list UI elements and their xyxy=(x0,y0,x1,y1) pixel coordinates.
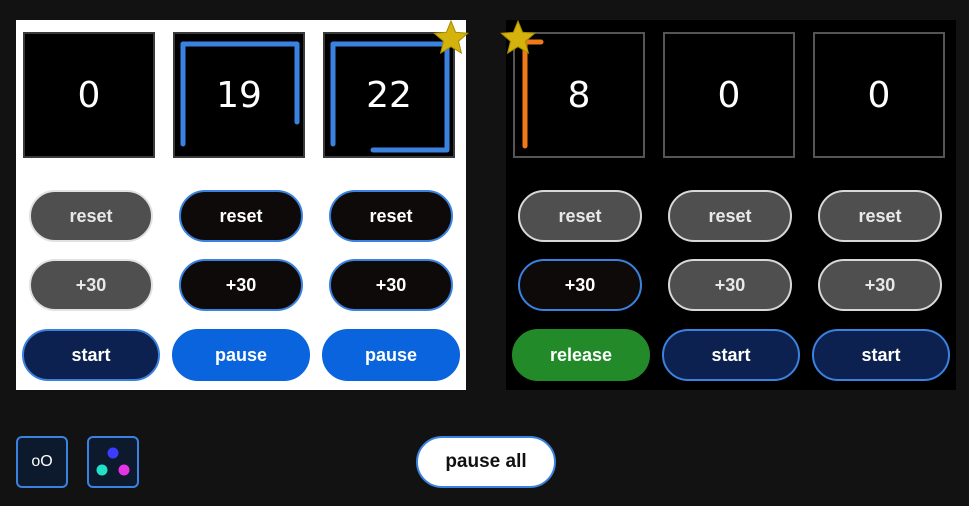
timer-display-2[interactable]: 19 xyxy=(173,32,305,158)
timer-value: 0 xyxy=(867,74,891,116)
pause-all-button[interactable]: pause all xyxy=(416,436,556,488)
pause-button[interactable]: pause xyxy=(322,329,460,381)
star-icon xyxy=(433,20,469,55)
start-button[interactable]: start xyxy=(812,329,950,381)
timer-display-1[interactable]: 0 xyxy=(23,32,155,158)
timer-panel-right: 8 0 0 reset reset reset +30 +30 +30 rele… xyxy=(506,20,956,390)
toggle-view-label: oO xyxy=(31,453,53,470)
add-30-button[interactable]: +30 xyxy=(668,259,792,311)
start-button[interactable]: start xyxy=(662,329,800,381)
pause-button[interactable]: pause xyxy=(172,329,310,381)
timer-value: 22 xyxy=(366,74,412,116)
timer-progress-ring xyxy=(522,39,544,149)
reset-button[interactable]: reset xyxy=(818,190,942,242)
timer-display-3[interactable]: 0 xyxy=(813,32,945,158)
color-palette-button[interactable] xyxy=(87,436,139,488)
reset-button[interactable]: reset xyxy=(29,190,153,242)
add-30-button[interactable]: +30 xyxy=(329,259,453,311)
add-30-button[interactable]: +30 xyxy=(179,259,303,311)
timer-value: 0 xyxy=(717,74,741,116)
timer-value: 8 xyxy=(567,74,591,116)
palette-dots-icon xyxy=(96,447,130,476)
add-30-button[interactable]: +30 xyxy=(29,259,153,311)
timer-display-2[interactable]: 0 xyxy=(663,32,795,158)
start-button[interactable]: start xyxy=(22,329,160,381)
timer-value: 19 xyxy=(216,74,262,116)
star-icon xyxy=(500,20,536,55)
reset-button[interactable]: reset xyxy=(179,190,303,242)
add-30-button[interactable]: +30 xyxy=(818,259,942,311)
release-button[interactable]: release xyxy=(512,329,650,381)
timer-value: 0 xyxy=(77,74,101,116)
reset-button[interactable]: reset xyxy=(518,190,642,242)
reset-button[interactable]: reset xyxy=(668,190,792,242)
add-30-button[interactable]: +30 xyxy=(518,259,642,311)
timer-panel-left: 0 19 22 reset reset reset +30 +30 +30 st… xyxy=(16,20,466,390)
reset-button[interactable]: reset xyxy=(329,190,453,242)
toggle-view-button[interactable]: oO xyxy=(16,436,68,488)
